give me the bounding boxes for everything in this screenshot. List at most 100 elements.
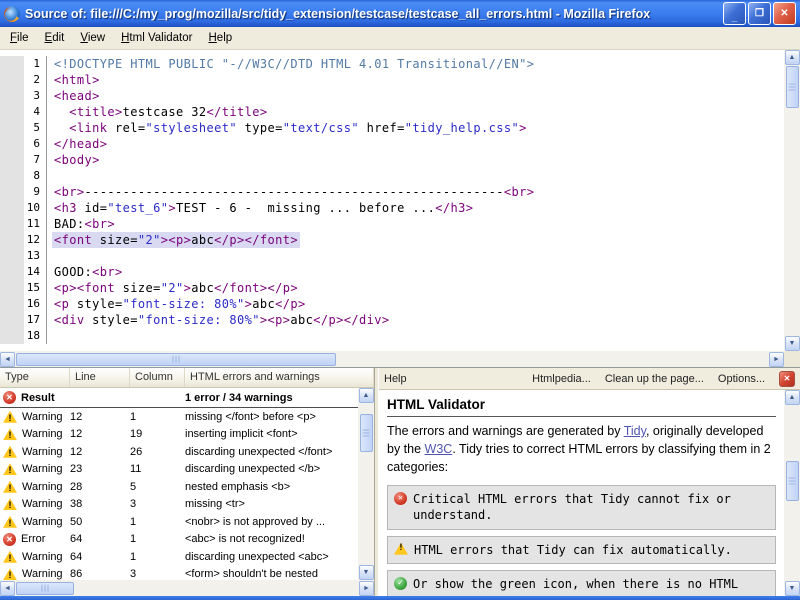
source-horizontal-scrollbar[interactable]: ◄ ► (0, 351, 784, 367)
line-text: <!DOCTYPE HTML PUBLIC "-//W3C//DTD HTML … (52, 56, 536, 72)
error-icon: ✕ (3, 533, 16, 546)
scrollbar-thumb[interactable] (786, 461, 799, 501)
notice-error: ✕Critical HTML errors that Tidy cannot f… (387, 485, 776, 529)
warning-icon: ! (3, 516, 17, 528)
menu-edit[interactable]: Edit (37, 29, 73, 47)
source-line: 1<!DOCTYPE HTML PUBLIC "-//W3C//DTD HTML… (0, 56, 784, 72)
line-number: 4 (0, 104, 47, 120)
row-col: 1 (130, 516, 185, 528)
scroll-up-icon[interactable]: ▲ (359, 388, 374, 403)
table-row[interactable]: !Warning863<form> shouldn't be nested (0, 566, 358, 581)
htmlpedia-button[interactable]: Htmlpedia... (532, 373, 591, 385)
tidy-link[interactable]: Tidy (624, 424, 646, 438)
row-col: 26 (130, 446, 185, 458)
column-header-html-errors-and-warnings[interactable]: HTML errors and warnings (185, 368, 374, 387)
results-vertical-scrollbar[interactable]: ▲ ▼ (358, 388, 374, 580)
help-intro: The errors and warnings are generated by… (387, 423, 776, 476)
scroll-up-icon[interactable]: ▲ (785, 50, 800, 65)
row-line: 23 (70, 463, 130, 475)
scroll-right-icon[interactable]: ► (769, 352, 784, 367)
row-type-label: Error (21, 533, 45, 545)
warning-icon: ! (394, 543, 408, 555)
source-line: 3<head> (0, 88, 784, 104)
line-text: <title>testcase 32</title> (52, 104, 270, 120)
table-row[interactable]: ✕Error641<abc> is not recognized! (0, 531, 358, 549)
scroll-right-icon[interactable]: ► (359, 581, 374, 596)
source-line: 5 <link rel="stylesheet" type="text/css"… (0, 120, 784, 136)
warning-icon: ! (3, 446, 17, 458)
row-line: 64 (70, 551, 130, 563)
row-type: !Warning (0, 411, 70, 423)
table-row[interactable]: !Warning1219inserting implicit <font> (0, 426, 358, 444)
source-line: 16<p style="font-size: 80%">abc</p> (0, 296, 784, 312)
row-type-label: Warning (22, 568, 63, 580)
table-row[interactable]: !Warning2311discarding unexpected </b> (0, 461, 358, 479)
results-table-body: ✕Result1 error / 34 warnings!Warning121m… (0, 388, 358, 580)
row-msg: nested emphasis <b> (185, 481, 358, 493)
line-number: 14 (0, 264, 47, 280)
warning-icon: ! (3, 568, 17, 580)
scroll-left-icon[interactable]: ◄ (0, 352, 15, 367)
scrollbar-thumb[interactable] (786, 66, 799, 108)
table-row[interactable]: !Warning1226discarding unexpected </font… (0, 443, 358, 461)
help-vertical-scrollbar[interactable]: ▲ ▼ (784, 390, 800, 596)
scroll-left-icon[interactable]: ◄ (0, 581, 15, 596)
row-col: 1 (130, 533, 185, 545)
row-type: ! Warning (0, 568, 70, 580)
column-header-line[interactable]: Line (70, 368, 130, 387)
source-line: 4 <title>testcase 32</title> (0, 104, 784, 120)
row-col: 11 (130, 463, 185, 475)
clean-up-the-page-button[interactable]: Clean up the page... (605, 373, 704, 385)
w3c-link[interactable]: W3C (425, 442, 453, 456)
help-heading: HTML Validator (387, 397, 776, 412)
results-table-header: TypeLineColumnHTML errors and warnings (0, 368, 374, 388)
scrollbar-thumb[interactable] (360, 414, 373, 452)
row-line: 12 (70, 411, 130, 423)
menu-view[interactable]: View (72, 29, 113, 47)
row-msg: missing </font> before <p> (185, 411, 358, 423)
row-msg: discarding unexpected </b> (185, 463, 358, 475)
column-header-type[interactable]: Type (0, 368, 70, 387)
scrollbar-thumb[interactable] (16, 582, 74, 595)
scroll-down-icon[interactable]: ▼ (785, 581, 800, 596)
table-row[interactable]: !Warning285nested emphasis <b> (0, 478, 358, 496)
scroll-down-icon[interactable]: ▼ (785, 336, 800, 351)
line-text: <br>------------------------------------… (52, 184, 536, 200)
close-button[interactable]: ✕ (773, 2, 796, 25)
row-msg: missing <tr> (185, 498, 358, 510)
minimize-button[interactable]: _ (723, 2, 746, 25)
notice-text: Or show the green icon, when there is no… (413, 576, 769, 596)
table-row[interactable]: !Warning641discarding unexpected <abc> (0, 548, 358, 566)
notice-ok: ✓Or show the green icon, when there is n… (387, 570, 776, 596)
notice-text: Critical HTML errors that Tidy cannot fi… (413, 491, 769, 523)
row-msg: <form> shouldn't be nested (185, 568, 358, 580)
line-text: BAD:<br> (52, 216, 117, 232)
table-row[interactable]: !Warning501<nobr> is not approved by ... (0, 513, 358, 531)
menu-file[interactable]: File (2, 29, 37, 47)
row-type: ✕Result (0, 391, 70, 404)
source-vertical-scrollbar[interactable]: ▲ ▼ (784, 50, 800, 351)
menu-html-validator[interactable]: Html Validator (113, 29, 200, 47)
source-line: 8 (0, 168, 784, 184)
window-controls: _ ❐ ✕ (723, 2, 796, 25)
results-horizontal-scrollbar[interactable]: ◄ ► (0, 580, 374, 596)
restore-button[interactable]: ❐ (748, 2, 771, 25)
help-notices: ✕Critical HTML errors that Tidy cannot f… (387, 485, 776, 596)
row-line: 86 (70, 568, 130, 580)
line-number: 5 (0, 120, 47, 136)
table-row[interactable]: ✕Result1 error / 34 warnings (0, 388, 358, 408)
line-number: 2 (0, 72, 47, 88)
source-line: 11BAD:<br> (0, 216, 784, 232)
row-type: !Warning (0, 481, 70, 493)
table-row[interactable]: !Warning121missing </font> before <p> (0, 408, 358, 426)
row-type-label: Warning (22, 551, 63, 563)
panel-close-icon[interactable]: ✕ (779, 371, 795, 387)
scrollbar-thumb[interactable] (16, 353, 336, 366)
column-header-column[interactable]: Column (130, 368, 185, 387)
table-row[interactable]: !Warning383missing <tr> (0, 496, 358, 514)
scroll-up-icon[interactable]: ▲ (785, 390, 800, 405)
scroll-down-icon[interactable]: ▼ (359, 565, 374, 580)
menu-help[interactable]: Help (200, 29, 240, 47)
options-button[interactable]: Options... (718, 373, 765, 385)
warning-icon: ! (3, 551, 17, 563)
